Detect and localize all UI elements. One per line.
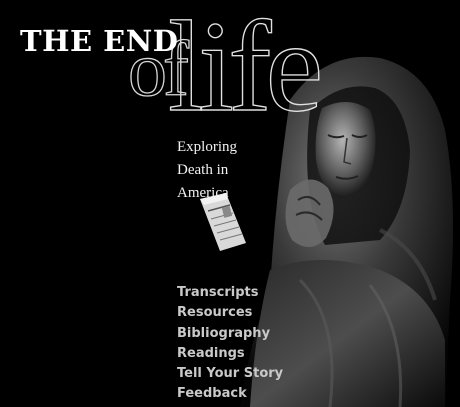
page: life of THE END Exploring Death in Ameri… <box>0 0 460 407</box>
nav-link-readings[interactable]: Readings <box>177 346 245 361</box>
nav-link-resources[interactable]: Resources <box>177 305 252 320</box>
subtitle-line-3: America <box>177 185 229 201</box>
subtitle-line-2: Death in <box>177 162 229 178</box>
nav-link-tell-your-story[interactable]: Tell Your Story <box>177 366 283 381</box>
nav-item-bibliography: Bibliography <box>177 323 283 343</box>
main-nav: Transcripts Resources Bibliography Readi… <box>177 282 283 404</box>
nav-item-transcripts: Transcripts <box>177 282 283 302</box>
nav-item-resources: Resources <box>177 302 283 322</box>
nav-item-feedback: Feedback <box>177 383 283 403</box>
title-the-end: THE END <box>20 24 179 58</box>
nav-item-tell-your-story: Tell Your Story <box>177 363 283 383</box>
subtitle: Exploring Death in America <box>177 136 237 205</box>
nav-item-readings: Readings <box>177 343 283 363</box>
nav-link-transcripts[interactable]: Transcripts <box>177 285 258 300</box>
subtitle-line-1: Exploring <box>177 139 237 155</box>
nav-link-bibliography[interactable]: Bibliography <box>177 326 270 341</box>
title-life: life <box>167 0 324 139</box>
nav-link-feedback[interactable]: Feedback <box>177 386 247 401</box>
